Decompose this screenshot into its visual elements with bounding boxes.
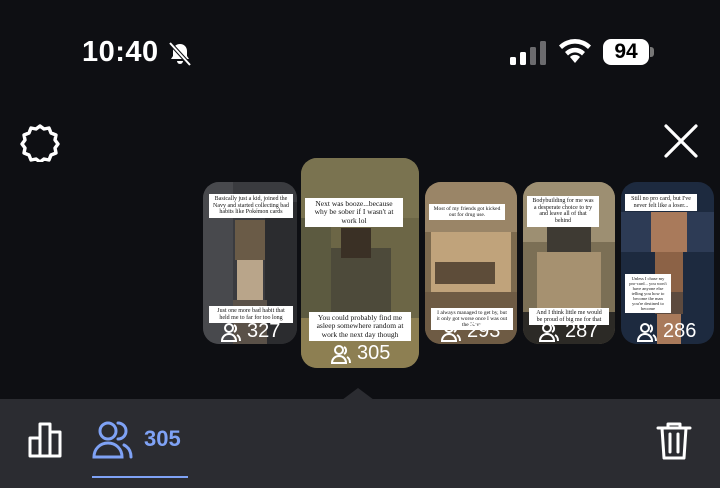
battery-icon: 94 [603,39,649,65]
story-views: 286 [637,320,696,343]
viewers-icon [539,322,559,342]
viewers-icon [331,344,351,364]
wifi-icon [559,39,591,63]
viewers-icon [637,322,657,342]
cellular-signal-icon [510,41,546,65]
selection-pointer [342,388,374,400]
story-view-count: 305 [357,342,391,364]
story-view-count: 327 [247,320,281,342]
viewers-count: 305 [144,426,181,451]
viewers-icon [221,322,241,342]
story-caption-top: Basically just a kid, joined the Navy an… [209,194,293,219]
tab-underline [92,476,188,478]
story-views: 287 [539,320,598,343]
story-thumbnail[interactable]: Most of my friends got kicked out for dr… [425,182,517,344]
viewers-icon [92,421,133,459]
story-caption-bottom: Unless I chase my pro-card... you won't … [625,274,671,314]
story-views: 327 [221,320,280,343]
story-strip: Basically just a kid, joined the Navy an… [0,150,720,400]
bar-chart-icon[interactable] [26,420,66,458]
story-caption-top: Next was booze...because why be sober if… [305,198,403,228]
story-thumbnail[interactable]: Basically just a kid, joined the Navy an… [203,182,297,344]
status-time: 10:40 [82,36,159,68]
story-views: 293 [441,320,500,343]
story-view-count: 287 [565,320,599,342]
story-caption-top: Still no pro card, but I've never felt l… [625,194,697,212]
story-views: 305 [331,342,390,365]
story-caption-top: Most of my friends got kicked out for dr… [429,204,505,221]
battery-tip [650,47,654,57]
story-view-count: 286 [663,320,697,342]
viewers-tab[interactable]: 305 [92,418,181,460]
story-caption-bottom: You could probably find me asleep somewh… [309,312,411,342]
bell-slash-icon [168,41,192,67]
story-thumbnail-selected[interactable]: Next was booze...because why be sober if… [301,158,419,368]
story-thumbnail[interactable]: Still no pro card, but I've never felt l… [621,182,714,344]
story-caption-top: Bodybuilding for me was a desperate choi… [527,196,599,227]
story-view-count: 293 [467,320,501,342]
trash-icon[interactable] [656,420,692,460]
viewers-icon [441,322,461,342]
story-thumbnail[interactable]: Bodybuilding for me was a desperate choi… [523,182,615,344]
